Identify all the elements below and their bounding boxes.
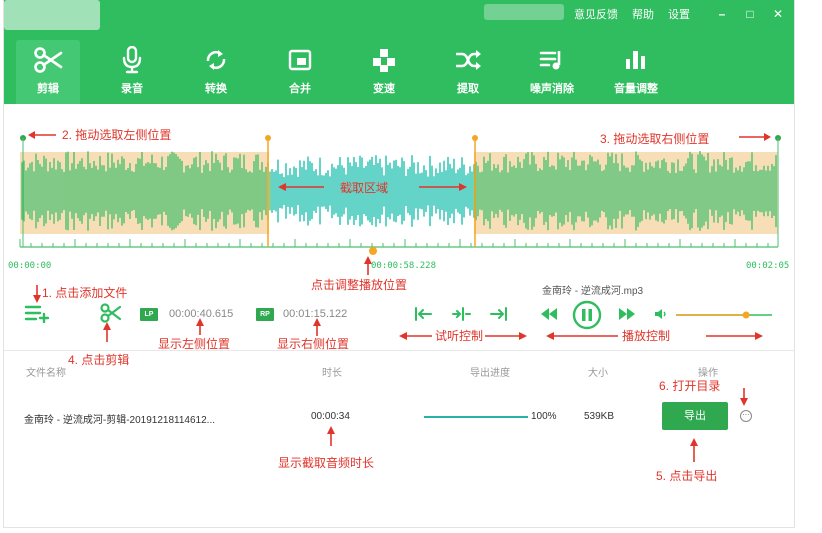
add-list-icon — [24, 305, 50, 323]
tab-noise-removal[interactable]: 噪声消除 — [520, 40, 584, 104]
current-filename: 金南玲 - 逆流成河.mp3 — [542, 286, 644, 297]
column-header-progress: 导出进度 — [470, 368, 510, 379]
fast-forward-icon — [619, 308, 635, 320]
pause-button[interactable] — [572, 300, 602, 330]
minimize-button[interactable]: – — [712, 7, 732, 21]
column-header-size: 大小 — [588, 368, 608, 379]
cut-button[interactable] — [98, 302, 124, 324]
preview-middle-button[interactable] — [450, 306, 472, 322]
extract-icon — [454, 40, 482, 80]
rp-badge: RP — [256, 308, 274, 321]
top-menu: 意见反馈 帮助 设置 – □ ✕ — [574, 6, 788, 22]
tab-merge[interactable]: 合并 — [268, 40, 332, 104]
tab-record[interactable]: 录音 — [100, 40, 164, 104]
scissors-icon — [100, 303, 122, 323]
pause-icon — [572, 300, 602, 330]
annotation-open-dir: 6. 打开目录 — [659, 379, 721, 393]
preview-start-button[interactable] — [412, 306, 434, 322]
rewind-icon — [541, 308, 557, 320]
open-folder-icon[interactable]: ··· — [740, 410, 752, 422]
time-current: 00:00:58.228 — [371, 261, 437, 271]
tab-convert[interactable]: 转换 — [184, 40, 248, 104]
tab-label: 噪声消除 — [530, 83, 574, 95]
row-progress-bar — [424, 416, 528, 418]
microphone-icon — [121, 40, 143, 80]
annotation-adjust-play: 点击调整播放位置 — [311, 278, 408, 292]
tab-label: 剪辑 — [37, 83, 59, 95]
lp-badge: LP — [140, 308, 158, 321]
header-bar: 意见反馈 帮助 设置 – □ ✕ 剪辑 录音 转换 合并 变速 提取 噪声消除 … — [4, 0, 794, 104]
selection-region-label: 截取区域 — [340, 181, 389, 195]
time-start: 00:00:00 — [8, 261, 52, 271]
volume-adjust-icon — [624, 40, 648, 80]
tab-label: 音量调整 — [614, 83, 658, 95]
annotation-add-file: 1. 点击添加文件 — [42, 286, 128, 300]
annotation-click-export: 5. 点击导出 — [656, 469, 718, 483]
tab-label: 合并 — [289, 83, 311, 95]
row-file-name: 金南玲 - 逆流成河-剪辑-20191218114612... — [24, 415, 216, 426]
help-link[interactable]: 帮助 — [632, 6, 654, 22]
row-duration: 00:00:34 — [311, 411, 350, 422]
blurred-title — [484, 4, 564, 20]
tab-volume-adjust[interactable]: 音量调整 — [604, 40, 668, 104]
preview-middle-icon — [452, 307, 471, 321]
jump-to-start-icon — [415, 307, 432, 321]
time-end: 00:02:05 — [746, 261, 790, 271]
preview-end-button[interactable] — [488, 306, 510, 322]
tab-label: 提取 — [457, 83, 479, 95]
rewind-button[interactable] — [538, 306, 560, 322]
waveform-panel[interactable]: 2. 拖动选取左侧位置 3. 拖动选取右侧位置 截取区域 00:00:00 00… — [4, 104, 794, 280]
annotation-show-duration: 显示截取音频时长 — [278, 456, 375, 470]
tool-tabs: 剪辑 录音 转换 合并 变速 提取 噪声消除 音量调整 — [16, 40, 688, 104]
playhead-handle — [369, 247, 377, 255]
row-size: 539KB — [584, 411, 615, 422]
annotation-drag-right: 3. 拖动选取右侧位置 — [600, 132, 710, 146]
add-file-button[interactable] — [24, 302, 50, 324]
tab-label: 录音 — [121, 83, 143, 95]
tab-label: 转换 — [205, 83, 227, 95]
annotation-preview-control: 试听控制 — [435, 329, 484, 343]
maximize-button[interactable]: □ — [740, 7, 760, 21]
row-progress-percent: 100% — [531, 411, 557, 422]
tab-speed[interactable]: 变速 — [352, 40, 416, 104]
speaker-icon — [655, 309, 666, 319]
scissors-icon — [33, 40, 63, 80]
row-progress-fill — [424, 416, 528, 418]
merge-icon — [288, 40, 312, 80]
tab-extract[interactable]: 提取 — [436, 40, 500, 104]
noise-removal-icon — [539, 40, 565, 80]
control-bar: 点击调整播放位置 1. 点击添加文件 金南玲 - 逆流成河.mp3 LP 00:… — [4, 278, 794, 367]
column-header-duration: 时长 — [322, 368, 342, 379]
close-button[interactable]: ✕ — [768, 7, 788, 21]
jump-to-end-icon — [490, 307, 507, 321]
volume-slider[interactable] — [674, 308, 774, 322]
tab-cut[interactable]: 剪辑 — [16, 40, 80, 104]
fast-forward-button[interactable] — [616, 306, 638, 322]
export-button[interactable]: 导出 — [662, 402, 728, 430]
annotation-play-control: 播放控制 — [622, 329, 671, 343]
feedback-link[interactable]: 意见反馈 — [574, 6, 618, 22]
blurred-logo — [4, 0, 100, 30]
annotation-drag-left: 2. 拖动选取左侧位置 — [62, 128, 172, 142]
column-header-name: 文件名称 — [26, 368, 66, 379]
right-position-time: 00:01:15.122 — [283, 308, 348, 320]
left-position-time: 00:00:40.615 — [169, 308, 234, 320]
volume-button[interactable] — [653, 306, 669, 322]
speed-icon — [371, 40, 397, 80]
tab-label: 变速 — [373, 83, 395, 95]
convert-icon — [203, 40, 229, 80]
app-window: 意见反馈 帮助 设置 – □ ✕ 剪辑 录音 转换 合并 变速 提取 噪声消除 … — [3, 0, 795, 528]
settings-link[interactable]: 设置 — [668, 6, 690, 22]
